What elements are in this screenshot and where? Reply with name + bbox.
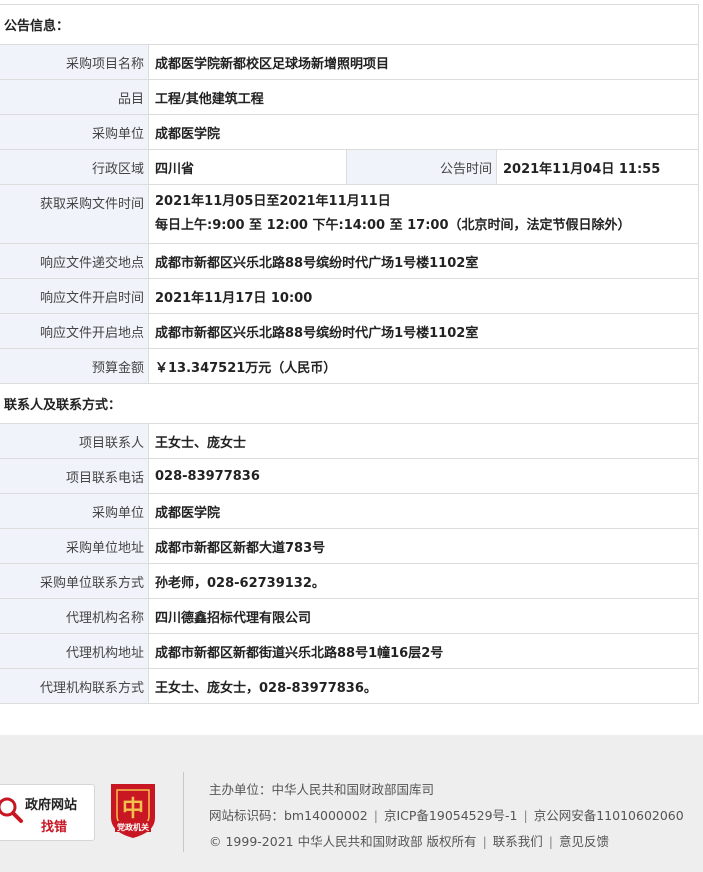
footer-info: 主办单位：中华人民共和国财政部国库司 网站标识码：bm14000002 | 京ICP… — [209, 777, 684, 855]
copyright-text: © 1999-2021 中华人民共和国财政部 版权所有 — [209, 834, 477, 849]
party-emblem-icon: 中 党政机关 — [111, 784, 155, 838]
field-label: 代理机构地址 — [0, 634, 149, 668]
field-label: 响应文件开启时间 — [0, 279, 149, 313]
feedback-link[interactable]: 意见反馈 — [559, 834, 609, 849]
section-contacts: 联系人及联系方式： — [0, 384, 698, 424]
contact-purchaser-value: 成都医学院 — [155, 505, 221, 521]
separator: | — [373, 808, 378, 823]
agency-address-value: 成都市新都区新都街道兴乐北路88号1幢16层2号 — [155, 645, 444, 661]
doc-time-value: 2021年11月05日至2021年11月11日 每日上午:9:00 至 12:0… — [149, 185, 698, 243]
table-row: 预算金额 ￥13.347521万元（人民币） — [0, 349, 698, 384]
field-label: 采购项目名称 — [0, 45, 149, 79]
contact-us-link[interactable]: 联系我们 — [493, 834, 543, 849]
site-footer: 政府网站 找错 中 党政机关 主办单位：中华人民共和国财政部国库司 网站标识码：… — [0, 735, 703, 872]
table-row: 采购单位 成都医学院 — [0, 115, 698, 150]
field-label: 采购单位地址 — [0, 529, 149, 563]
table-row: 采购单位联系方式 孙老师，028-62739132。 — [0, 564, 698, 599]
field-label: 响应文件递交地点 — [0, 244, 149, 278]
field-label: 采购单位 — [0, 115, 149, 149]
agency-contact-value: 王女士、庞女士，028-83977836。 — [155, 680, 377, 696]
gov-badge-subtitle: 找错 — [41, 820, 68, 835]
field-label: 公告时间 — [347, 150, 497, 184]
table-row: 获取采购文件时间 2021年11月05日至2021年11月11日 每日上午:9:… — [0, 185, 698, 244]
field-label: 项目联系人 — [0, 424, 149, 458]
open-place-value: 成都市新都区兴乐北路88号缤纷时代广场1号楼1102室 — [155, 325, 479, 341]
separator: | — [482, 834, 487, 849]
table-row: 项目联系电话 028-83977836 — [0, 459, 698, 494]
footer-host: 主办单位：中华人民共和国财政部国库司 — [209, 782, 435, 797]
separator: | — [523, 808, 528, 823]
project-phone-value: 028-83977836 — [155, 468, 260, 484]
party-badge-label: 党政机关 — [117, 822, 149, 832]
table-row: 代理机构地址 成都市新都区新都街道兴乐北路88号1幢16层2号 — [0, 634, 698, 669]
agency-name-value: 四川德鑫招标代理有限公司 — [155, 610, 312, 626]
party-gov-badge[interactable]: 中 党政机关 — [107, 780, 159, 844]
table-row: 采购单位 成都医学院 — [0, 494, 698, 529]
icp-link[interactable]: 京ICP备19054529号-1 — [384, 808, 518, 823]
table-row: 项目联系人 王女士、庞女士 — [0, 424, 698, 459]
category-value: 工程/其他建筑工程 — [155, 91, 264, 107]
purchaser-address-value: 成都市新都区新都大道783号 — [155, 540, 326, 556]
purchaser-contact-value: 孙老师，028-62739132。 — [155, 575, 325, 591]
field-label: 获取采购文件时间 — [0, 185, 149, 243]
footer-ids: 网站标识码：bm14000002 | 京ICP备19054529号-1 | 京公网安备1… — [209, 803, 684, 829]
field-label: 行政区域 — [0, 150, 149, 184]
table-row: 响应文件开启地点 成都市新都区兴乐北路88号缤纷时代广场1号楼1102室 — [0, 314, 698, 349]
magnifier-icon — [0, 797, 23, 823]
purchaser-value: 成都医学院 — [155, 126, 221, 142]
separator: | — [548, 834, 554, 849]
gov-site-error-badge[interactable]: 政府网站 找错 — [0, 784, 95, 841]
table-row: 采购单位地址 成都市新都区新都大道783号 — [0, 529, 698, 564]
project-name-value: 成都医学院新都校区足球场新增照明项目 — [155, 56, 390, 72]
open-time-value: 2021年11月17日 10:00 — [155, 290, 313, 306]
field-label: 预算金额 — [0, 349, 149, 383]
field-label: 采购单位联系方式 — [0, 564, 149, 598]
field-label: 响应文件开启地点 — [0, 314, 149, 348]
doc-time-line1: 2021年11月05日至2021年11月11日 — [155, 194, 391, 209]
field-label: 代理机构名称 — [0, 599, 149, 633]
project-contact-value: 王女士、庞女士 — [155, 435, 247, 451]
announcement-table: 公告信息： 采购项目名称 成都医学院新都校区足球场新增照明项目 品目 工程/其他… — [0, 4, 699, 704]
svg-text:中: 中 — [122, 796, 144, 822]
submit-place-value: 成都市新都区兴乐北路88号缤纷时代广场1号楼1102室 — [155, 255, 479, 271]
field-label: 项目联系电话 — [0, 459, 149, 493]
section-announcement: 公告信息： — [0, 5, 698, 45]
table-row: 响应文件开启时间 2021年11月17日 10:00 — [0, 279, 698, 314]
table-row: 代理机构名称 四川德鑫招标代理有限公司 — [0, 599, 698, 634]
table-row: 行政区域 四川省 公告时间 2021年11月04日 11:55 — [0, 150, 698, 185]
field-label: 采购单位 — [0, 494, 149, 528]
footer-divider — [183, 772, 184, 852]
doc-time-line2: 每日上午:9:00 至 12:00 下午:14:00 至 17:00（北京时间，… — [155, 218, 631, 233]
field-label: 代理机构联系方式 — [0, 669, 149, 703]
section-title: 联系人及联系方式： — [4, 398, 122, 413]
field-label: 品目 — [0, 80, 149, 114]
section-title: 公告信息： — [4, 19, 70, 34]
police-record-link[interactable]: 京公网安备11010602060 — [534, 808, 684, 823]
table-row: 代理机构联系方式 王女士、庞女士，028-83977836。 — [0, 669, 698, 704]
region-value: 四川省 — [149, 150, 347, 184]
publish-time-value: 2021年11月04日 11:55 — [503, 161, 661, 177]
footer-copyright-line: © 1999-2021 中华人民共和国财政部 版权所有 | 联系我们 | 意见反馈 — [209, 829, 684, 855]
site-id-text: 网站标识码：bm14000002 — [209, 808, 368, 823]
table-row: 采购项目名称 成都医学院新都校区足球场新增照明项目 — [0, 45, 698, 80]
gov-badge-title: 政府网站 — [25, 798, 78, 813]
table-row: 响应文件递交地点 成都市新都区兴乐北路88号缤纷时代广场1号楼1102室 — [0, 244, 698, 279]
table-row: 品目 工程/其他建筑工程 — [0, 80, 698, 115]
budget-value: ￥13.347521万元（人民币） — [155, 360, 337, 376]
